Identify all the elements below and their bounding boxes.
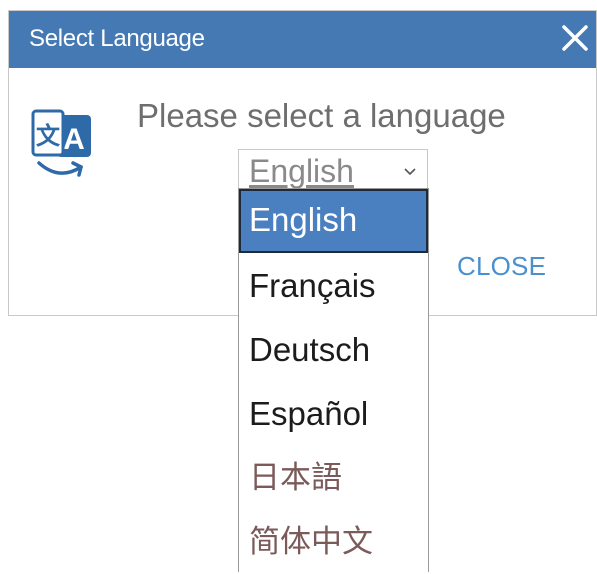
language-option-german[interactable]: Deutsch	[239, 318, 428, 382]
language-select-value: English	[249, 153, 354, 189]
chevron-down-icon	[404, 168, 416, 176]
translate-icon: A 文	[31, 109, 91, 177]
language-prompt: Please select a language	[137, 97, 506, 134]
language-option-japanese[interactable]: 日本語	[239, 446, 428, 510]
dialog-title: Select Language	[29, 25, 205, 52]
close-button[interactable]: CLOSE	[457, 251, 546, 282]
language-option-simplified-chinese[interactable]: 简体中文	[239, 510, 428, 574]
svg-text:文: 文	[36, 122, 61, 150]
language-dropdown-list: English Français Deutsch Español 日本語 简体中…	[238, 188, 429, 572]
close-x-icon[interactable]	[556, 19, 594, 57]
svg-text:A: A	[63, 123, 85, 156]
language-option-spanish[interactable]: Español	[239, 382, 428, 446]
language-option-english[interactable]: English	[239, 189, 428, 253]
dialog-titlebar: Select Language	[9, 11, 596, 68]
language-option-french[interactable]: Français	[239, 254, 428, 318]
